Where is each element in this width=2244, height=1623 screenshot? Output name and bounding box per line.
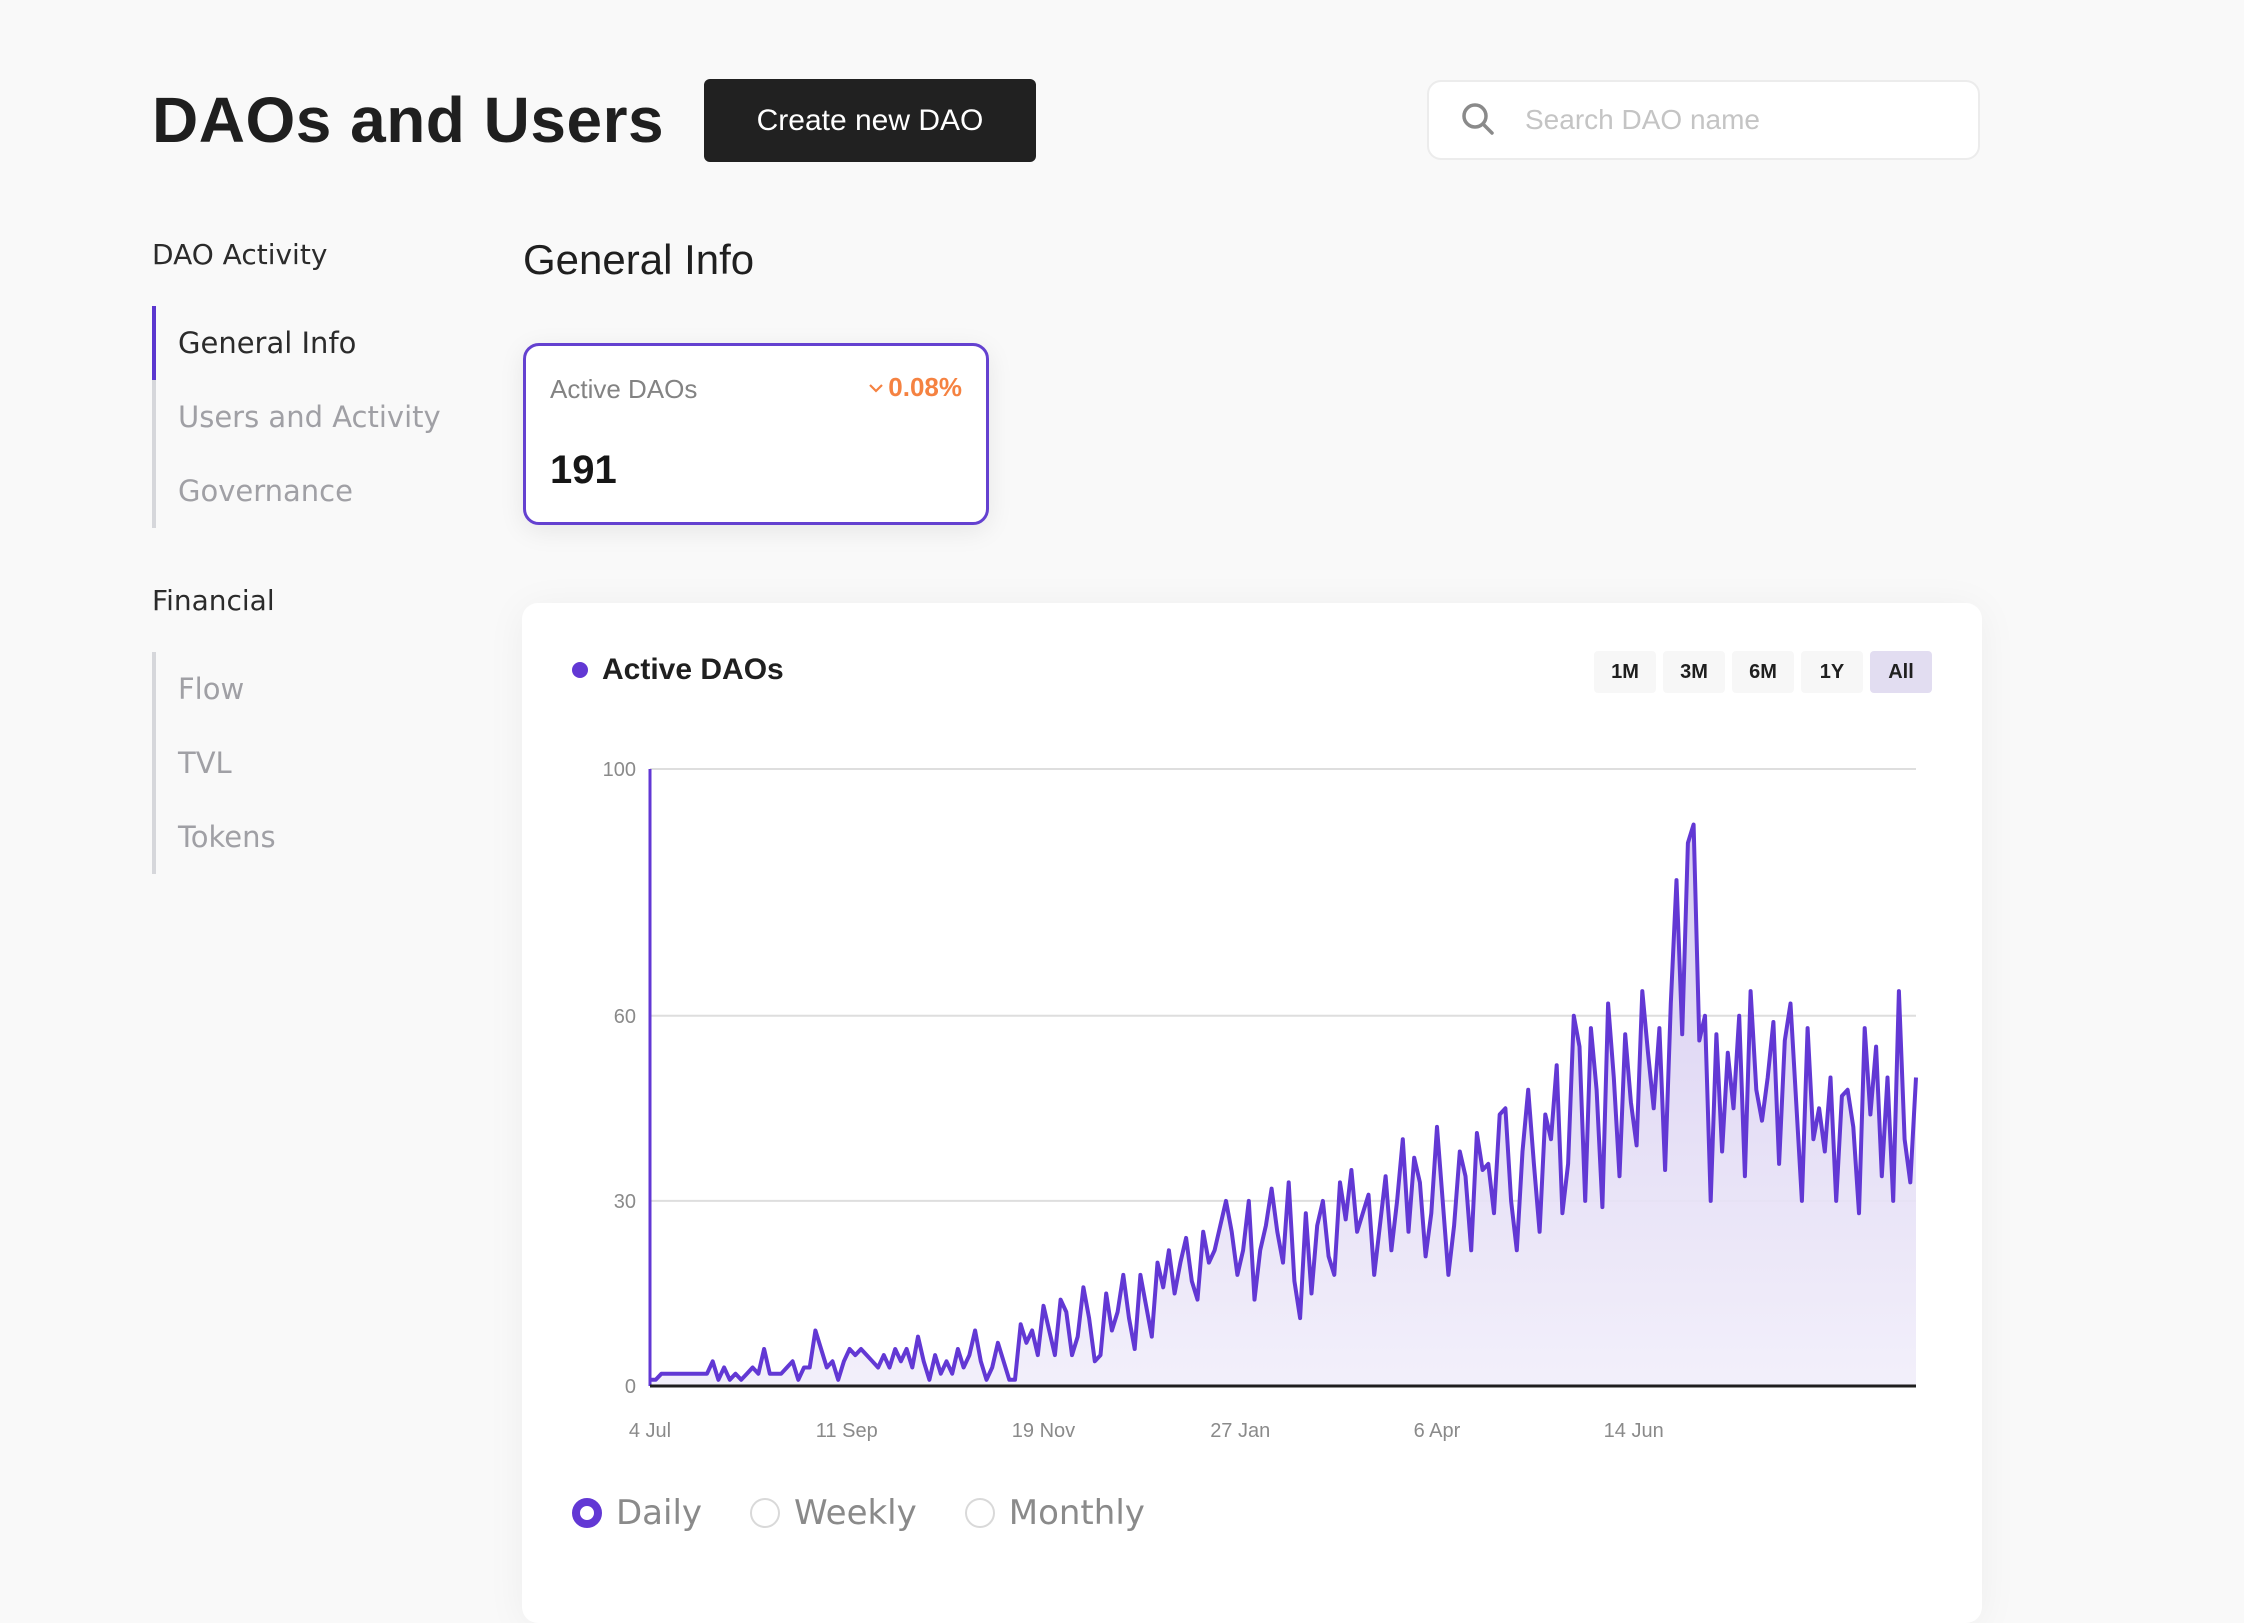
frequency-option-monthly[interactable]: Monthly <box>964 1493 1145 1533</box>
y-tick-label: 0 <box>625 1376 636 1398</box>
stat-card-active-daos[interactable]: Active DAOs 0.08% 191 <box>523 343 989 525</box>
sidebar-group-title: DAO Activity <box>152 238 328 271</box>
chevron-down-icon <box>869 383 884 393</box>
frequency-label: Daily <box>616 1493 703 1533</box>
x-tick-label: 19 Nov <box>1012 1420 1075 1442</box>
sidebar: DAO Activity General Info Users and Acti… <box>152 232 482 874</box>
stat-change-value: 0.08% <box>888 372 962 402</box>
frequency-label: Monthly <box>1008 1493 1145 1533</box>
search-icon <box>1462 103 1494 135</box>
x-tick-label: 6 Apr <box>1414 1420 1461 1442</box>
chart-card: Active DAOs 1M 3M 6M 1Y All 0 30 60 100 4 J… <box>522 603 1982 1623</box>
stat-value: 191 <box>550 448 617 492</box>
frequency-selector: Daily Weekly Monthly <box>572 1493 1193 1533</box>
search-box[interactable] <box>1427 80 1980 160</box>
y-axis-ticks: 0 30 60 100 <box>603 759 636 1398</box>
x-tick-label: 27 Jan <box>1210 1420 1270 1442</box>
sidebar-group-dao-activity: DAO Activity General Info Users and Acti… <box>152 232 482 528</box>
stat-label: Active DAOs <box>550 374 698 404</box>
y-tick-label: 30 <box>614 1191 636 1213</box>
x-tick-label: 11 Sep <box>816 1420 878 1442</box>
y-tick-label: 100 <box>603 759 636 781</box>
stat-change: 0.08% <box>868 372 962 403</box>
frequency-label: Weekly <box>794 1493 917 1533</box>
x-tick-label: 14 Jun <box>1604 1420 1664 1442</box>
section-title: General Info <box>523 236 755 283</box>
create-new-dao-button[interactable]: Create new DAO <box>704 79 1036 162</box>
sidebar-item-tvl[interactable]: TVL <box>152 726 482 800</box>
sidebar-item-tokens[interactable]: Tokens <box>152 800 482 874</box>
sidebar-item-users-and-activity[interactable]: Users and Activity <box>152 380 482 454</box>
sidebar-list: General Info Users and Activity Governan… <box>152 306 482 528</box>
radio-weekly[interactable] <box>750 1498 781 1528</box>
frequency-option-weekly[interactable]: Weekly <box>750 1493 917 1533</box>
sidebar-group-title: Financial <box>152 584 275 617</box>
sidebar-list: Flow TVL Tokens <box>152 652 482 874</box>
sidebar-item-flow[interactable]: Flow <box>152 652 482 726</box>
radio-daily[interactable] <box>572 1498 602 1528</box>
sidebar-item-governance[interactable]: Governance <box>152 454 482 528</box>
radio-monthly[interactable] <box>964 1498 995 1528</box>
x-axis-ticks: 4 Jul 11 Sep 19 Nov 27 Jan 6 Apr 14 Jun <box>629 1420 1664 1442</box>
frequency-option-daily[interactable]: Daily <box>572 1493 702 1533</box>
active-daos-chart: 0 30 60 100 4 Jul 11 Sep 19 Nov 27 Jan 6 Apr 14 … <box>603 759 1918 1442</box>
page-title: DAOs and Users <box>152 84 665 156</box>
y-tick-label: 60 <box>614 1006 636 1028</box>
search-input[interactable] <box>1523 103 1947 137</box>
sidebar-group-financial: Financial Flow TVL Tokens <box>152 578 482 874</box>
x-tick-label: 4 Jul <box>629 1420 671 1442</box>
sidebar-item-general-info[interactable]: General Info <box>152 306 482 380</box>
